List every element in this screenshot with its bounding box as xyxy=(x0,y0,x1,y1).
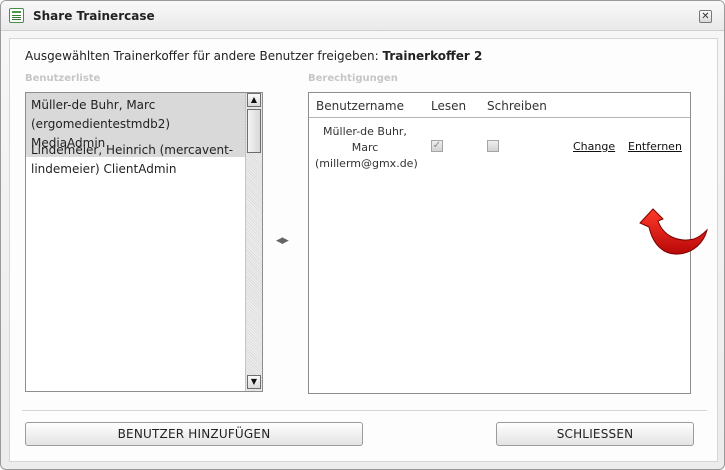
close-button[interactable]: SCHLIESSEN xyxy=(496,422,694,446)
write-checkbox[interactable] xyxy=(487,140,499,152)
add-users-button[interactable]: BENUTZER HINZUFÜGEN xyxy=(25,422,363,446)
permissions-header: Benutzername Lesen Schreiben xyxy=(309,93,690,118)
window-title: Share Trainercase xyxy=(33,9,155,23)
remove-link[interactable]: Entfernen xyxy=(628,140,682,153)
read-checkbox[interactable]: ✓ xyxy=(431,140,443,152)
title-bar[interactable]: Share Trainercase ✕ xyxy=(1,1,724,31)
list-item[interactable]: Lindemeier, Heinrich (mercavent-lindemei… xyxy=(26,138,245,183)
permissions-label: Berechtigungen xyxy=(308,73,398,84)
permission-username: Müller-de Buhr, Marc (millerm@gmx.de) xyxy=(315,125,418,170)
scroll-down-icon[interactable]: ▼ xyxy=(247,375,261,389)
app-icon xyxy=(9,8,24,23)
column-header-write: Schreiben xyxy=(487,99,547,113)
intro-text: Ausgewählten Trainerkoffer für andere Be… xyxy=(25,49,483,63)
scroll-thumb[interactable] xyxy=(247,109,261,153)
divider xyxy=(22,410,707,412)
user-list-scrollbar[interactable]: ▲ ▼ xyxy=(245,93,262,391)
userlist-label: Benutzerliste xyxy=(25,73,101,84)
red-annotation-arrow-icon xyxy=(639,208,708,255)
close-icon[interactable]: ✕ xyxy=(699,10,712,23)
change-link[interactable]: Change xyxy=(573,140,615,153)
scroll-up-icon[interactable]: ▲ xyxy=(247,93,261,107)
column-header-username: Benutzername xyxy=(316,99,404,113)
transfer-arrows-icon[interactable]: ◀▶ xyxy=(276,236,289,246)
trainercase-name: Trainerkoffer 2 xyxy=(382,49,483,63)
share-trainercase-dialog: Share Trainercase ✕ Ausgewählten Trainer… xyxy=(0,0,725,470)
user-list[interactable]: Müller-de Buhr, Marc (ergomedientestmdb2… xyxy=(25,92,263,392)
dialog-content: Ausgewählten Trainerkoffer für andere Be… xyxy=(9,38,718,462)
column-header-read: Lesen xyxy=(431,99,467,113)
